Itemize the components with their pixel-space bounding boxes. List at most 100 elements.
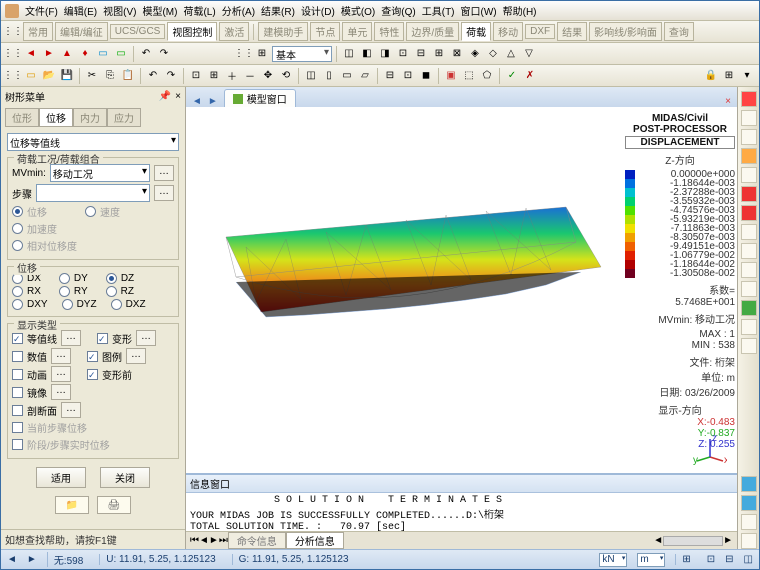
rb-14-icon[interactable] (741, 476, 757, 492)
legend-opt[interactable]: … (126, 348, 146, 364)
rb-7-icon[interactable] (741, 224, 757, 240)
menu-design[interactable]: 设计(D) (301, 3, 335, 18)
viewport-close-icon[interactable]: × (725, 96, 731, 107)
rb-5-icon[interactable] (741, 186, 757, 202)
msg-next-icon[interactable]: ► (209, 535, 219, 546)
menu-view[interactable]: 视图(V) (103, 3, 136, 18)
menu-analysis[interactable]: 分析(A) (222, 3, 255, 18)
zoom-out-icon[interactable]: － (242, 68, 258, 84)
tab-activate[interactable]: 激活 (219, 22, 249, 41)
doc-tab-model[interactable]: 模型窗口 (224, 89, 296, 107)
msg-last-icon[interactable]: ⏭ (219, 535, 228, 546)
rotate-icon[interactable]: ⟲ (278, 68, 294, 84)
menu-mode[interactable]: 模式(O) (341, 3, 375, 18)
activate-icon[interactable]: ✓ (504, 68, 520, 84)
msg-prev-icon[interactable]: ◄ (199, 535, 209, 546)
menu-result[interactable]: 结果(R) (261, 3, 295, 18)
dyz-radio[interactable] (62, 299, 73, 310)
t-icon-k[interactable]: ▽ (521, 46, 537, 62)
contour-check[interactable] (12, 333, 23, 344)
msg-scroll-right-icon[interactable]: ► (723, 535, 733, 546)
anim-opt[interactable]: … (51, 366, 71, 382)
value-check[interactable] (12, 351, 23, 362)
pin-icon[interactable]: 📌 (159, 91, 171, 102)
shade-icon[interactable]: ◼ (418, 68, 434, 84)
menu-window[interactable]: 窗口(W) (461, 3, 497, 18)
t-icon-i[interactable]: ◇ (485, 46, 501, 62)
grip-icon[interactable]: ⋮⋮ (5, 24, 21, 40)
ry-radio[interactable] (59, 286, 70, 297)
tab-ucs[interactable]: UCS/GCS (110, 24, 166, 39)
tab-influence[interactable]: 影响线/影响面 (589, 22, 662, 41)
rb-11-icon[interactable] (741, 300, 757, 316)
tab-wizard[interactable]: 建模助手 (258, 22, 308, 41)
monitor-icon[interactable]: ▭ (95, 46, 111, 62)
lock-icon[interactable]: 🔒 (703, 68, 719, 84)
paste-icon[interactable]: 📋 (120, 68, 136, 84)
msg-hscroll[interactable] (663, 536, 723, 546)
hidden-icon[interactable]: ⊡ (400, 68, 416, 84)
undo2-icon[interactable]: ↶ (145, 68, 161, 84)
t-icon-g[interactable]: ⊠ (449, 46, 465, 62)
tab-query[interactable]: 查询 (664, 22, 694, 41)
menu-query[interactable]: 查询(Q) (381, 3, 415, 18)
print-button[interactable]: 🖨 (97, 496, 131, 514)
t-icon-c[interactable]: ◨ (377, 46, 393, 62)
result-type-combo[interactable]: 位移等值线 (7, 133, 179, 151)
mirror-opt[interactable]: … (51, 384, 71, 400)
msg-tab-cmd[interactable]: 命令信息 (228, 532, 286, 549)
select-all-icon[interactable]: ▣ (443, 68, 459, 84)
tab-bc[interactable]: 边界/质量 (406, 22, 459, 41)
dz-radio[interactable] (106, 273, 117, 284)
message-body[interactable]: S O L U T I O N T E R M I N A T E S YOUR… (186, 493, 737, 531)
base-dropdown[interactable]: 基本 (272, 46, 332, 62)
tab-edit[interactable]: 编辑/编征 (55, 22, 108, 41)
view-icon-4[interactable]: ♦ (77, 46, 93, 62)
grip-icon[interactable]: ⋮⋮ (236, 46, 252, 62)
tab-result[interactable]: 结果 (557, 22, 587, 41)
view-icon-2[interactable]: ► (41, 46, 57, 62)
status-prev-icon[interactable]: ◄ (7, 554, 17, 565)
tree-tab-shape[interactable]: 位形 (5, 108, 39, 127)
rb-9-icon[interactable] (741, 262, 757, 278)
tab-elem[interactable]: 单元 (342, 22, 372, 41)
contour-opt[interactable]: … (61, 330, 81, 346)
folder-button[interactable]: 📁 (55, 496, 89, 514)
display-icon[interactable]: ▭ (113, 46, 129, 62)
status-next-icon[interactable]: ► (27, 554, 37, 565)
deform-opt[interactable]: … (136, 330, 156, 346)
msg-scroll-left-icon[interactable]: ◄ (653, 535, 663, 546)
view-icon-3[interactable]: ▲ (59, 46, 75, 62)
load-case-more[interactable]: … (154, 165, 174, 181)
rb-3-icon[interactable] (741, 148, 757, 164)
select-win-icon[interactable]: ⬚ (461, 68, 477, 84)
rx-radio[interactable] (12, 286, 23, 297)
rb-1-icon[interactable] (741, 110, 757, 126)
more-icon[interactable]: ▾ (739, 68, 755, 84)
msg-first-icon[interactable]: ⏮ (190, 535, 199, 546)
pan-icon[interactable]: ✥ (260, 68, 276, 84)
section-opt[interactable]: … (61, 402, 81, 418)
redo2-icon[interactable]: ↷ (163, 68, 179, 84)
deform-check[interactable] (97, 333, 108, 344)
status-icon-1[interactable]: ⊞ (675, 554, 696, 565)
grip-icon[interactable]: ⋮⋮ (5, 68, 21, 84)
load-case-combo[interactable]: 移动工况 (50, 164, 150, 182)
unit-length-combo[interactable]: m (637, 553, 665, 567)
top-icon[interactable]: ▱ (357, 68, 373, 84)
menu-tool[interactable]: 工具(T) (422, 3, 455, 18)
viewport-3d[interactable]: MIDAS/Civil POST-PROCESSOR DISPLACEMENT … (186, 107, 737, 473)
dxy-radio[interactable] (12, 299, 23, 310)
tab-common[interactable]: 常用 (23, 22, 53, 41)
zoom-fit-icon[interactable]: ⊡ (188, 68, 204, 84)
rb-16-icon[interactable] (741, 514, 757, 530)
tab-dxf[interactable]: DXF (525, 24, 555, 39)
grip-icon[interactable]: ⋮⋮ (5, 46, 21, 62)
base-icon[interactable]: ⊞ (254, 46, 270, 62)
anim-check[interactable] (12, 369, 23, 380)
rb-17-icon[interactable] (741, 533, 757, 549)
status-icon-4[interactable]: ◫ (744, 554, 753, 565)
rb-15-icon[interactable] (741, 495, 757, 511)
rb-close-icon[interactable] (741, 91, 757, 107)
rb-12-icon[interactable] (741, 319, 757, 335)
